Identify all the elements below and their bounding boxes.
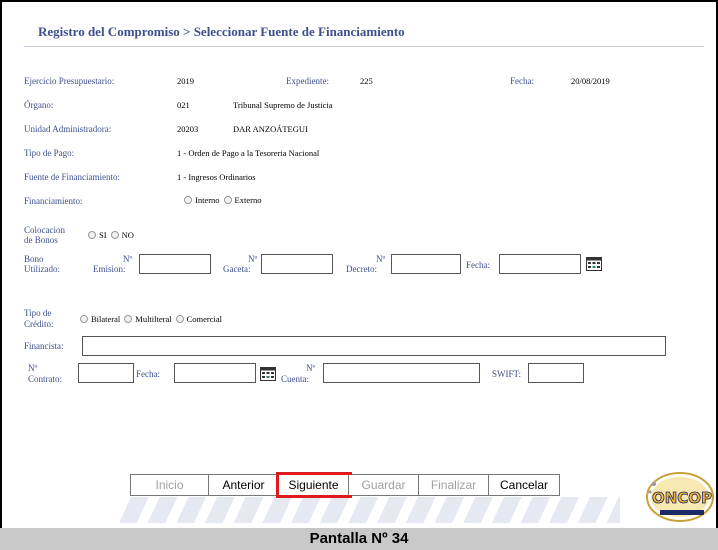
- radio-si-label: SI: [99, 230, 107, 240]
- contrato-label-line2: Contrato:: [28, 374, 62, 384]
- emision-label-line1: Nº: [123, 254, 133, 264]
- fuente-value: 1 - Ingresos Ordinarios: [177, 172, 256, 182]
- decreto-label-line1: Nº: [376, 254, 386, 264]
- swift-input[interactable]: [528, 363, 584, 383]
- financista-label: Financista:: [24, 341, 64, 351]
- tipo-pago-value: 1 - Orden de Pago a la Tesoreria Naciona…: [177, 148, 320, 158]
- decreto-input[interactable]: [391, 254, 461, 274]
- radio-interno-label: Interno: [195, 195, 220, 205]
- financista-input[interactable]: [82, 336, 666, 356]
- colocacion-label-line2: de Bonos: [24, 235, 58, 245]
- radio-si[interactable]: [88, 231, 96, 239]
- title-divider: [24, 46, 704, 47]
- unidad-label: Unidad Administradora:: [24, 124, 112, 134]
- radio-multilateral-label: Multilteral: [135, 314, 172, 324]
- gaceta-label-line2: Gaceta:: [223, 264, 251, 274]
- guardar-button[interactable]: Guardar: [349, 475, 419, 495]
- bono-fecha-input[interactable]: [499, 254, 581, 274]
- radio-no[interactable]: [110, 231, 119, 239]
- contrato-fecha-label: Fecha:: [136, 369, 160, 379]
- swift-label: SWIFT:: [492, 369, 522, 379]
- cuenta-input[interactable]: [323, 363, 480, 383]
- calendar-icon[interactable]: [586, 256, 602, 271]
- colocacion-radio-group: SI NO: [84, 230, 134, 240]
- unidad-code: 20203: [177, 124, 199, 134]
- screen-caption: Pantalla Nº 34: [309, 530, 409, 547]
- tipo-credito-radio-group: Bilateral Multilteral Comercial: [76, 314, 222, 324]
- expediente-value: 225: [360, 76, 373, 86]
- expediente-label: Expediente:: [286, 76, 329, 86]
- colocacion-label-line1: Colocacion: [24, 225, 65, 235]
- calendar-icon[interactable]: [260, 366, 276, 381]
- cancelar-button[interactable]: Cancelar: [489, 475, 559, 495]
- gaceta-input[interactable]: [261, 254, 333, 274]
- bono-fecha-label: Fecha:: [466, 260, 490, 270]
- financiamiento-label: Financiamiento:: [24, 196, 83, 206]
- bono-label-line1: Bono: [24, 254, 44, 264]
- finalizar-button[interactable]: Finalizar: [419, 475, 489, 495]
- cuenta-label-line2: Cuenta:: [281, 374, 309, 384]
- inicio-button[interactable]: Inicio: [131, 475, 209, 495]
- tipo-credito-label-line1: Tipo de: [24, 308, 52, 318]
- decorative-stripes: [120, 497, 620, 523]
- radio-no-label: NO: [121, 230, 134, 240]
- organo-name: Tribunal Supremo de Justicia: [233, 100, 333, 110]
- unidad-name: DAR ANZOÁTEGUI: [233, 124, 308, 134]
- caption-bar: Pantalla Nº 34: [0, 528, 718, 550]
- ejercicio-label: Ejercicio Presupuestario:: [24, 76, 115, 86]
- ejercicio-value: 2019: [177, 76, 194, 86]
- financiamiento-radio-group: Interno Externo: [180, 195, 261, 205]
- radio-multilateral[interactable]: [124, 315, 133, 323]
- contrato-fecha-input[interactable]: [174, 363, 256, 383]
- fuente-label: Fuente de Financiamiento:: [24, 172, 120, 182]
- organo-label: Órgano:: [24, 100, 54, 110]
- radio-comercial-label: Comercial: [186, 314, 223, 324]
- oncop-logo: ONCOP: [646, 472, 714, 522]
- fecha-top-label: Fecha:: [510, 76, 534, 86]
- emision-input[interactable]: [139, 254, 211, 274]
- svg-text:ONCOP: ONCOP: [652, 489, 712, 507]
- tipo-pago-label: Tipo de Pago:: [24, 148, 75, 158]
- page-title: Registro del Compromiso > Seleccionar Fu…: [38, 24, 405, 39]
- app-window: Registro del Compromiso > Seleccionar Fu…: [0, 0, 718, 528]
- contrato-label-line1: Nº: [28, 363, 38, 373]
- anterior-button[interactable]: Anterior: [209, 475, 279, 495]
- fecha-top-value: 20/08/2019: [571, 76, 610, 86]
- bono-label-line2: Utilizado:: [24, 264, 60, 274]
- contrato-input[interactable]: [78, 363, 134, 383]
- siguiente-button[interactable]: Siguiente: [276, 472, 352, 498]
- organo-code: 021: [177, 100, 190, 110]
- radio-interno[interactable]: [184, 196, 192, 204]
- radio-bilateral[interactable]: [80, 315, 88, 323]
- tipo-credito-label-line2: Crédito:: [24, 319, 54, 329]
- wizard-buttons: Inicio Anterior Siguiente Guardar Finali…: [130, 472, 560, 498]
- radio-externo-label: Externo: [234, 195, 262, 205]
- gaceta-label-line1: Nº: [248, 254, 258, 264]
- radio-externo[interactable]: [223, 196, 232, 204]
- radio-comercial[interactable]: [175, 315, 184, 323]
- emision-label-line2: Emision:: [93, 264, 126, 274]
- cuenta-label-line1: Nº: [306, 363, 316, 373]
- radio-bilateral-label: Bilateral: [91, 314, 121, 324]
- decreto-label-line2: Decreto:: [346, 264, 377, 274]
